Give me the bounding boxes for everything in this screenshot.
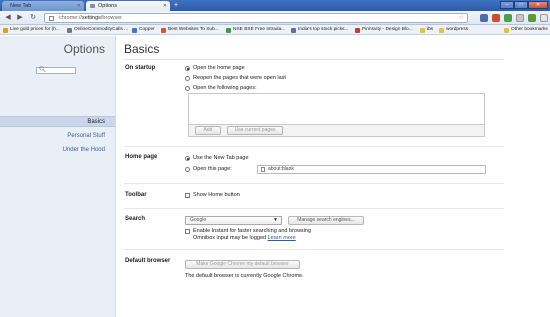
bookmark-favicon-icon <box>67 27 72 33</box>
startup-section-label: On startup <box>125 65 156 71</box>
startup-home-radio[interactable] <box>185 66 190 71</box>
search-engine-select[interactable]: Google ▼ <box>185 216 282 225</box>
homepage-url-value: about:blank <box>268 166 294 172</box>
startup-pages-radio[interactable] <box>185 86 190 91</box>
tab-strip: New Tab ✕ Options ✕ + – □ ✕ <box>0 0 550 11</box>
url-path: /browser <box>100 15 122 21</box>
learn-more-link[interactable]: Learn more <box>268 235 296 241</box>
options-main: Basics On startup Open the home page Reo… <box>116 36 550 317</box>
chevron-down-icon: ▼ <box>273 217 278 223</box>
close-window-button[interactable]: ✕ <box>528 1 548 9</box>
search-icon: 🔍︎ <box>39 67 46 73</box>
default-browser-section-label: Default browser <box>125 258 171 264</box>
divider <box>124 249 504 250</box>
tab-options[interactable]: Options ✕ <box>86 1 170 11</box>
url-scheme: chrome:// <box>59 15 82 21</box>
bookmark-favicon-icon <box>132 27 137 33</box>
bookmarks-bar: Live gold prices for (h... OnlineCommodi… <box>0 25 550 35</box>
minimize-button[interactable]: – <box>500 1 514 9</box>
page-menu-icon[interactable] <box>540 14 548 22</box>
search-section-label: Search <box>125 216 146 222</box>
bookmark-favicon-icon <box>291 27 296 33</box>
bookmark-favicon-icon <box>161 27 166 33</box>
close-tab-icon[interactable]: ✕ <box>163 1 167 11</box>
use-current-pages-button[interactable]: Use current pages <box>227 126 283 135</box>
window-controls: – □ ✕ <box>500 1 548 9</box>
wrench-icon <box>90 4 95 8</box>
divider <box>124 183 504 184</box>
options-search-input[interactable]: 🔍︎ <box>36 67 76 74</box>
bookmark-item[interactable]: Pinnsvity - Design Blo... <box>355 26 413 34</box>
page-title: Basics <box>124 42 160 56</box>
default-browser-status: The default browser is currently Google … <box>185 273 304 279</box>
other-bookmarks-folder[interactable]: Other bookmarks <box>504 26 548 34</box>
homepage-url-label: Open this page: <box>193 166 232 172</box>
toolbar-section-label: Toolbar <box>125 192 147 198</box>
bookmark-favicon-icon <box>3 27 8 33</box>
bookmark-folder[interactable]: wordpress <box>439 26 468 34</box>
make-default-browser-button[interactable]: Make Google Chrome my default browser <box>185 260 300 269</box>
homepage-section-label: Home page <box>125 154 158 160</box>
homepage-url-radio[interactable] <box>185 167 190 172</box>
bookmark-item[interactable]: India's top stock picks... <box>291 26 349 34</box>
search-engine-value: Google <box>190 217 207 223</box>
star-icon[interactable]: ☆ <box>459 14 464 22</box>
tab-new-tab[interactable]: New Tab ✕ <box>2 1 84 11</box>
homepage-newtab-label: Use the New Tab page <box>193 155 249 161</box>
sidebar-title: Options <box>63 42 105 56</box>
sidebar-item-basics[interactable]: Basics <box>0 116 115 127</box>
close-tab-icon[interactable]: ✕ <box>77 1 81 11</box>
sidebar-item-personal-stuff[interactable]: Personal Stuff <box>67 133 105 139</box>
instant-checkbox[interactable] <box>185 229 190 234</box>
folder-icon <box>420 27 425 33</box>
options-sidebar: Options 🔍︎ Basics Personal Stuff Under t… <box>0 36 116 317</box>
page-icon <box>49 15 54 21</box>
forward-button[interactable]: ▶ <box>16 14 24 22</box>
extension-icon[interactable] <box>492 14 500 22</box>
tab-label: Options <box>98 3 117 9</box>
bookmark-favicon-icon <box>226 27 231 33</box>
sidebar-item-under-the-hood[interactable]: Under the Hood <box>63 147 105 153</box>
instant-note: Omnibox input may be logged Learn more <box>193 235 296 241</box>
browser-toolbar: ◀ ▶ ↻ chrome://settings/browser ☆ <box>0 11 550 25</box>
startup-reopen-radio[interactable] <box>185 76 190 81</box>
divider <box>124 208 504 209</box>
homepage-url-input[interactable]: about:blank <box>257 165 486 174</box>
startup-pages-label: Open the following pages: <box>193 85 257 91</box>
bookmark-folder[interactable]: ibs <box>420 26 433 34</box>
extension-icons <box>480 14 550 22</box>
divider <box>124 59 504 60</box>
show-home-checkbox[interactable] <box>185 193 190 198</box>
divider <box>124 146 504 147</box>
back-button[interactable]: ◀ <box>4 14 12 22</box>
instant-label: Enable Instant for faster searching and … <box>193 228 312 234</box>
maximize-button[interactable]: □ <box>514 1 528 9</box>
extension-icon[interactable] <box>516 14 524 22</box>
startup-reopen-label: Reopen the pages that were open last <box>193 75 286 81</box>
manage-search-engines-button[interactable]: Manage search engines... <box>288 216 364 225</box>
startup-home-label: Open the home page <box>193 65 245 71</box>
show-home-label: Show Home button <box>193 192 240 198</box>
new-tab-button[interactable]: + <box>172 2 180 9</box>
bookmark-item[interactable]: Copper <box>132 26 155 34</box>
extension-icon[interactable] <box>504 14 512 22</box>
bookmark-item[interactable]: OnlineCommodityCalls ... <box>67 26 128 34</box>
bookmark-item[interactable]: NSE BSE Free Intrada... <box>226 26 285 34</box>
address-bar[interactable]: chrome://settings/browser ☆ <box>44 13 468 23</box>
tab-label: New Tab <box>10 3 32 9</box>
bookmark-item[interactable]: Live gold prices for (h... <box>3 26 60 34</box>
page-icon <box>261 167 265 172</box>
add-page-button[interactable]: Add <box>195 126 221 135</box>
reload-button[interactable]: ↻ <box>29 14 37 22</box>
extension-icon[interactable] <box>480 14 488 22</box>
homepage-newtab-radio[interactable] <box>185 156 190 161</box>
bookmark-item[interactable]: Best Websites To Sub... <box>161 26 219 34</box>
bookmark-favicon-icon <box>355 27 360 33</box>
folder-icon <box>439 27 444 33</box>
folder-icon <box>504 27 509 33</box>
extension-icon[interactable] <box>528 14 536 22</box>
url-host: settings <box>81 15 101 21</box>
